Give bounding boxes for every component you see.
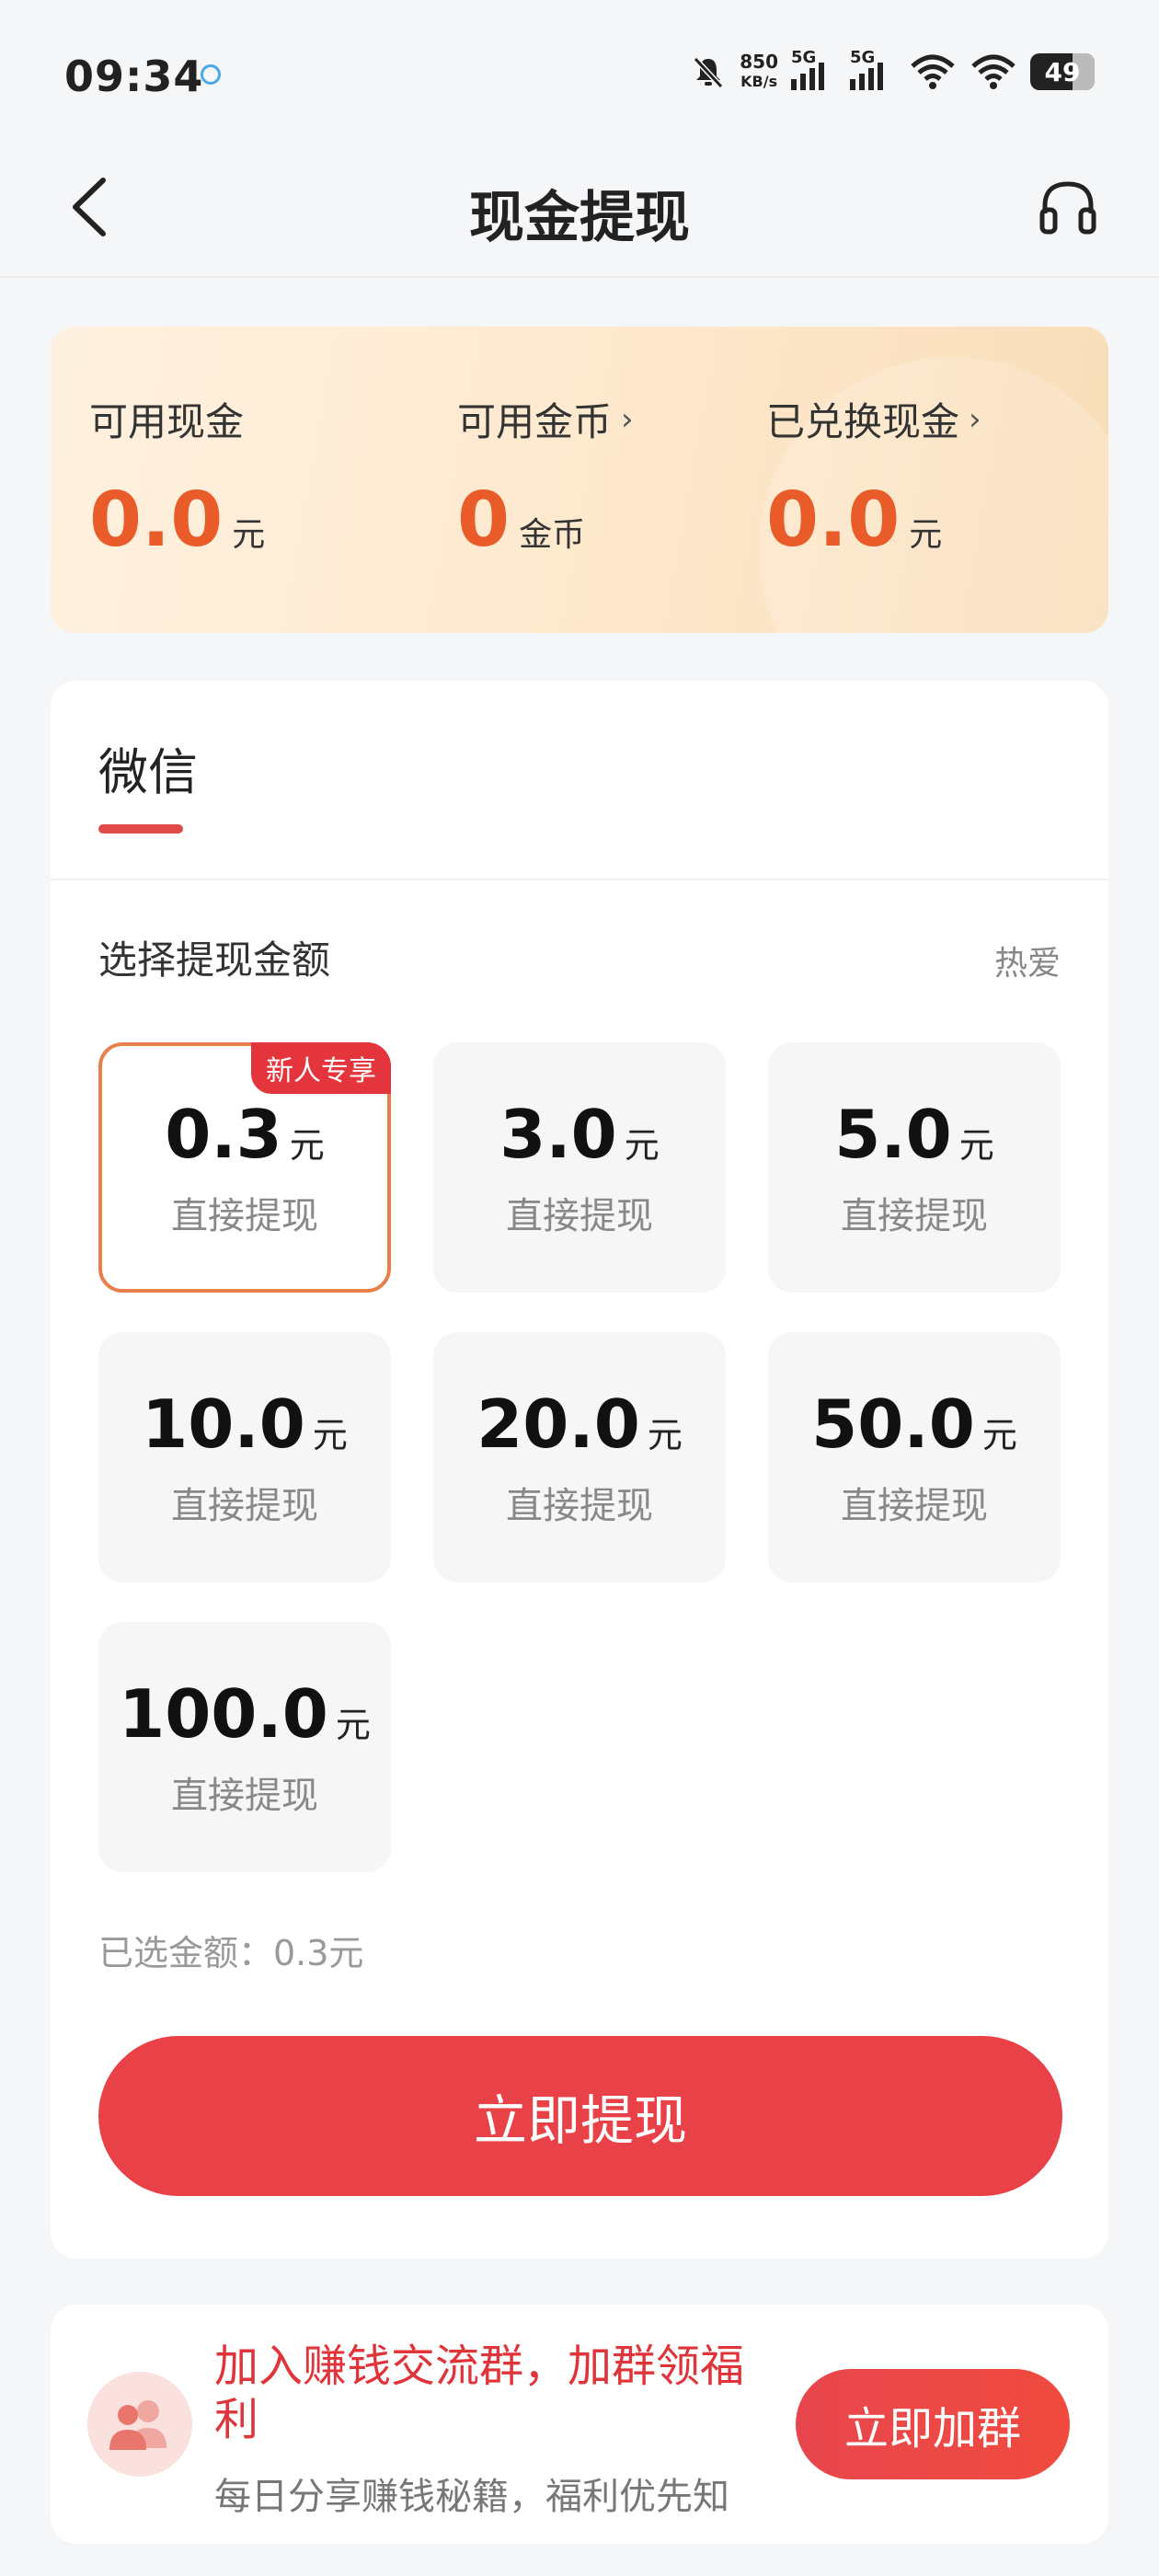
amount-unit: 元 bbox=[647, 1415, 683, 1455]
cash-balance: 可用现金 0.0 元 bbox=[89, 391, 265, 564]
amount-value: 0.3 bbox=[165, 1096, 282, 1173]
net-speed-value: 850 bbox=[740, 51, 778, 73]
withdraw-card: 微信 选择提现金额 热爱 新人专享 0.3 元 直接提现 3.0 元 直接提现 … bbox=[51, 681, 1108, 2259]
mute-bell-icon bbox=[694, 56, 724, 89]
amount-sub: 直接提现 bbox=[506, 1195, 653, 1237]
signal-icon: 5G bbox=[791, 48, 837, 90]
amount-unit: 元 bbox=[958, 1125, 994, 1166]
coins-label: 可用金币 bbox=[457, 399, 613, 444]
join-group-banner: 加入赚钱交流群，加群领福利 每日分享赚钱秘籍，福利优先知 立即加群 bbox=[51, 2305, 1108, 2544]
group-desc: 每日分享赚钱秘籍，福利优先知 bbox=[214, 2476, 729, 2518]
amount-unit: 元 bbox=[289, 1125, 325, 1166]
amount-option[interactable]: 20.0 元 直接提现 bbox=[433, 1332, 726, 1582]
people-icon bbox=[109, 2400, 166, 2450]
chevron-right-icon: › bbox=[621, 400, 634, 438]
page-title: 现金提现 bbox=[469, 186, 690, 250]
chevron-right-icon: › bbox=[969, 400, 981, 438]
section-title: 选择提现金额 bbox=[98, 937, 331, 983]
signal-icon-2: 5G bbox=[850, 48, 896, 90]
wifi-icon bbox=[911, 54, 955, 89]
amount-value: 50.0 bbox=[811, 1386, 975, 1463]
amount-value: 3.0 bbox=[499, 1096, 617, 1173]
cash-value: 0.0 bbox=[89, 477, 224, 564]
amount-value: 20.0 bbox=[476, 1386, 640, 1463]
amount-option[interactable]: 50.0 元 直接提现 bbox=[768, 1332, 1061, 1582]
cash-unit: 元 bbox=[232, 516, 266, 554]
customer-service-headset-icon[interactable] bbox=[1038, 177, 1098, 237]
amount-sub: 直接提现 bbox=[841, 1485, 988, 1527]
amount-option[interactable]: 10.0 元 直接提现 bbox=[98, 1332, 391, 1582]
new-user-badge: 新人专享 bbox=[251, 1042, 391, 1094]
amount-sub: 直接提现 bbox=[171, 1485, 318, 1527]
amount-sub: 直接提现 bbox=[171, 1775, 318, 1817]
cash-label: 可用现金 bbox=[89, 399, 245, 444]
battery-icon: 49 bbox=[1030, 53, 1095, 90]
amount-sub: 直接提现 bbox=[506, 1485, 653, 1527]
amount-unit: 元 bbox=[981, 1415, 1017, 1455]
section-right-text: 热爱 bbox=[993, 945, 1061, 983]
status-bar: 09:34 850 KB/s 5G 5G 49 bbox=[0, 0, 1159, 138]
amount-value: 10.0 bbox=[142, 1386, 305, 1463]
amount-sub: 直接提现 bbox=[171, 1195, 318, 1237]
battery-level: 49 bbox=[1044, 56, 1081, 87]
amount-option[interactable]: 5.0 元 直接提现 bbox=[768, 1042, 1061, 1293]
exchanged-value: 0.0 bbox=[766, 477, 901, 564]
group-title: 加入赚钱交流群，加群领福利 bbox=[214, 2340, 745, 2445]
net-speed-unit: KB/s bbox=[740, 73, 778, 90]
status-time: 09:34 bbox=[64, 52, 204, 101]
tab-indicator bbox=[98, 824, 183, 834]
nav-bar: 现金提现 bbox=[0, 138, 1159, 278]
balance-card: 可用现金 0.0 元 可用金币 › 0 金币 已兑换现金 › 0.0 元 bbox=[51, 327, 1108, 633]
amount-unit: 元 bbox=[335, 1705, 371, 1745]
status-icons: 850 KB/s 5G 5G 49 bbox=[690, 48, 1095, 92]
join-group-button[interactable]: 立即加群 bbox=[796, 2369, 1070, 2479]
tab-wechat[interactable]: 微信 bbox=[98, 731, 198, 804]
coins-unit: 金币 bbox=[519, 516, 586, 554]
net-speed: 850 KB/s bbox=[740, 52, 778, 92]
coins-balance[interactable]: 可用金币 › 0 金币 bbox=[457, 391, 634, 564]
amount-option[interactable]: 100.0 元 直接提现 bbox=[98, 1622, 391, 1872]
group-icon bbox=[87, 2372, 192, 2477]
amount-value: 100.0 bbox=[119, 1675, 328, 1753]
amount-unit: 元 bbox=[624, 1125, 660, 1166]
divider bbox=[51, 879, 1108, 880]
exchanged-balance[interactable]: 已兑换现金 › 0.0 元 bbox=[766, 391, 981, 564]
wifi-icon-2 bbox=[971, 54, 1016, 89]
notification-icon bbox=[201, 64, 221, 85]
signal-label-2: 5G bbox=[850, 48, 876, 67]
exchanged-unit: 元 bbox=[909, 516, 943, 554]
amount-option[interactable]: 3.0 元 直接提现 bbox=[433, 1042, 726, 1293]
amount-sub: 直接提现 bbox=[841, 1195, 988, 1237]
signal-label: 5G bbox=[791, 48, 817, 67]
withdraw-now-button[interactable]: 立即提现 bbox=[98, 2036, 1062, 2196]
exchanged-label: 已兑换现金 bbox=[766, 399, 960, 444]
amount-value: 5.0 bbox=[834, 1096, 952, 1173]
selected-amount-text: 已选金额：0.3元 bbox=[98, 1933, 364, 1973]
coins-value: 0 bbox=[457, 477, 511, 564]
amount-unit: 元 bbox=[312, 1415, 348, 1455]
amount-option[interactable]: 新人专享 0.3 元 直接提现 bbox=[98, 1042, 391, 1293]
